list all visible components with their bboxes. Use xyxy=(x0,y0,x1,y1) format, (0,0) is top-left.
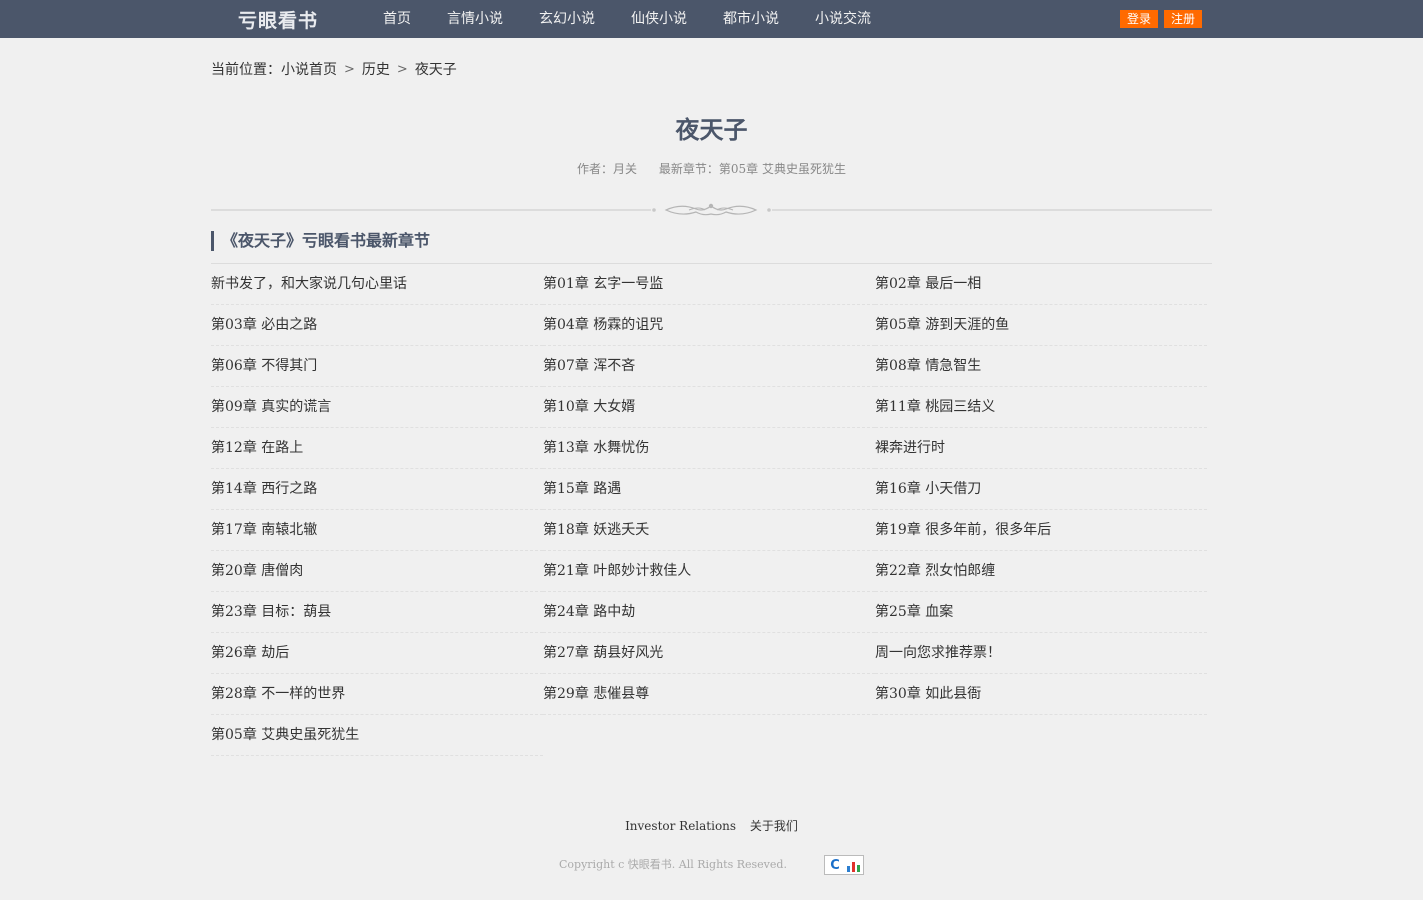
top-bar: 亏眼看书 首页 言情小说 玄幻小说 仙侠小说 都市小说 小说交流 登录 注册 xyxy=(0,0,1423,38)
book-meta: 作者：月关 最新章节：第05章 艾典史虽死犹生 xyxy=(0,160,1423,177)
chapter-link[interactable]: 第29章 悲催县尊 xyxy=(543,674,875,715)
book-title: 夜天子 xyxy=(675,115,748,144)
auth-buttons: 登录 注册 xyxy=(1120,10,1208,28)
chevron-right-icon: > xyxy=(396,61,408,77)
footer-links: Investor Relations 关于我们 xyxy=(0,817,1423,834)
book-latest-chapter[interactable]: 最新章节：第05章 艾典史虽死犹生 xyxy=(659,162,846,176)
nav-romance[interactable]: 言情小说 xyxy=(447,0,503,38)
chapter-link[interactable]: 第26章 劫后 xyxy=(211,633,543,674)
chapter-link[interactable]: 第28章 不一样的世界 xyxy=(211,674,543,715)
chapter-link[interactable]: 裸奔进行时 xyxy=(875,428,1207,469)
chapter-link[interactable]: 第05章 游到天涯的鱼 xyxy=(875,305,1207,346)
chapter-link[interactable]: 第18章 妖逃夭夭 xyxy=(543,510,875,551)
book-author: 作者：月关 xyxy=(577,162,638,176)
breadcrumb-category[interactable]: 历史 xyxy=(362,59,390,79)
chapter-link[interactable]: 第11章 桃园三结义 xyxy=(875,387,1207,428)
chevron-right-icon: > xyxy=(344,61,355,77)
chapter-list: 新书发了，和大家说几句心里话 第01章 玄字一号监 第02章 最后一相第03章 必由… xyxy=(211,264,1211,756)
chapter-link[interactable]: 第22章 烈女怕郎缠 xyxy=(875,551,1207,592)
chapter-link[interactable]: 新书发了，和大家说几句心里话 xyxy=(211,264,543,305)
nav-xianxia[interactable]: 仙侠小说 xyxy=(631,0,687,38)
breadcrumb-current: 夜天子 xyxy=(414,62,457,78)
chapter-link[interactable]: 第05章 艾典史虽死犹生 xyxy=(211,715,543,756)
nav-urban[interactable]: 都市小说 xyxy=(723,0,779,38)
chapter-link[interactable]: 第24章 路中劫 xyxy=(543,592,875,633)
chapter-link[interactable]: 第10章 大女婿 xyxy=(543,387,875,428)
chapter-link[interactable]: 第25章 血案 xyxy=(875,592,1207,633)
stats-badge-icon[interactable]: C xyxy=(824,855,864,875)
chapter-link[interactable]: 第15章 路遇 xyxy=(543,469,875,510)
chapter-link[interactable]: 第12章 在路上 xyxy=(211,428,543,469)
chapter-link[interactable]: 第27章 葫县好风光 xyxy=(543,633,875,674)
chapter-link[interactable]: 第20章 唐僧肉 xyxy=(211,551,543,592)
chapter-link[interactable]: 第14章 西行之路 xyxy=(211,469,543,510)
chapter-link[interactable]: 第19章 很多年前，很多年后 xyxy=(875,510,1207,551)
chapter-link[interactable]: 第30章 如此县衙 xyxy=(875,674,1207,715)
main-nav: 首页 言情小说 玄幻小说 仙侠小说 都市小说 小说交流 xyxy=(383,0,907,38)
chapter-link[interactable]: 第09章 真实的谎言 xyxy=(211,387,543,428)
chapter-link[interactable]: 第16章 小天借刀 xyxy=(875,469,1207,510)
login-button[interactable]: 登录 xyxy=(1120,10,1159,28)
chapter-link[interactable]: 第02章 最后一相 xyxy=(875,264,1207,305)
chapter-link[interactable]: 第01章 玄字一号监 xyxy=(543,264,875,305)
chapter-link[interactable]: 第23章 目标：葫县 xyxy=(211,592,543,633)
chapter-link[interactable]: 第07章 浑不吝 xyxy=(543,346,875,387)
breadcrumb-home[interactable]: 小说首页 xyxy=(281,59,337,79)
chapter-link[interactable]: 第03章 必由之路 xyxy=(211,305,543,346)
ornament-divider xyxy=(211,203,1212,216)
copyright: Copyright c 快眼看书. All Rights Reseved. xyxy=(559,858,787,871)
nav-forum[interactable]: 小说交流 xyxy=(815,0,871,38)
footer-link-about[interactable]: 关于我们 xyxy=(750,819,798,833)
breadcrumb-prefix: 当前位置： xyxy=(211,62,281,78)
section-title: 《夜天子》亏眼看书最新章节 xyxy=(211,231,430,251)
chapter-link[interactable]: 第21章 叶郎妙计救佳人 xyxy=(543,551,875,592)
chapter-link[interactable]: 第08章 情急智生 xyxy=(875,346,1207,387)
register-button[interactable]: 注册 xyxy=(1164,10,1203,28)
footer-link-investor[interactable]: Investor Relations xyxy=(625,819,736,833)
chapter-link[interactable]: 周一向您求推荐票！ xyxy=(875,633,1207,674)
nav-home[interactable]: 首页 xyxy=(383,0,411,38)
chapter-link[interactable]: 第13章 水舞忧伤 xyxy=(543,428,875,469)
cnzz-logo-icon: C xyxy=(830,857,840,873)
chapter-link[interactable]: 第04章 杨霖的诅咒 xyxy=(543,305,875,346)
chapter-link[interactable]: 第06章 不得其门 xyxy=(211,346,543,387)
bar-chart-icon xyxy=(845,856,863,874)
breadcrumb: 当前位置： 小说首页 > 历史 > 夜天子 xyxy=(211,59,457,79)
nav-fantasy[interactable]: 玄幻小说 xyxy=(539,0,595,38)
site-logo[interactable]: 亏眼看书 xyxy=(238,6,318,33)
chapter-link[interactable]: 第17章 南辕北辙 xyxy=(211,510,543,551)
